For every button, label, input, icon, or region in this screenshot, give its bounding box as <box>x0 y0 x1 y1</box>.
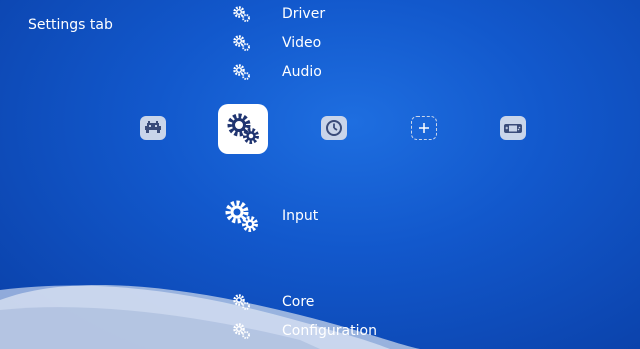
page-title: Settings tab <box>28 17 113 33</box>
tab-history[interactable] <box>321 116 347 140</box>
background-wave <box>0 284 420 349</box>
gears-icon <box>233 64 250 80</box>
handheld-console-icon <box>504 124 522 133</box>
menu-item-label: Core <box>282 294 315 310</box>
menu-item-label: Input <box>282 208 319 224</box>
menu-item-configuration[interactable]: Configuration <box>231 321 377 341</box>
menu-item-audio[interactable]: Audio <box>231 62 322 82</box>
menu-item-label: Configuration <box>282 323 377 339</box>
menu-item-label: Audio <box>282 64 322 80</box>
gears-icon <box>233 6 250 22</box>
menu-item-video[interactable]: Video <box>231 33 321 53</box>
gears-icon <box>225 200 258 232</box>
tab-add[interactable] <box>411 116 437 140</box>
tab-main-menu[interactable] <box>140 116 166 140</box>
menu-item-core[interactable]: Core <box>231 292 314 312</box>
plus-icon <box>419 123 429 133</box>
tab-gameboy[interactable] <box>500 116 526 140</box>
menu-item-label: Driver <box>282 6 326 22</box>
menu-item-driver[interactable]: Driver <box>231 4 325 24</box>
gears-icon <box>227 113 259 144</box>
gears-icon <box>233 35 250 51</box>
invader-icon <box>145 121 161 133</box>
gears-icon <box>233 294 250 310</box>
gears-icon <box>233 323 250 339</box>
tab-settings[interactable] <box>218 104 268 154</box>
menu-item-input[interactable]: Input <box>222 196 318 236</box>
clock-icon <box>326 120 342 136</box>
menu-item-label: Video <box>282 35 322 51</box>
